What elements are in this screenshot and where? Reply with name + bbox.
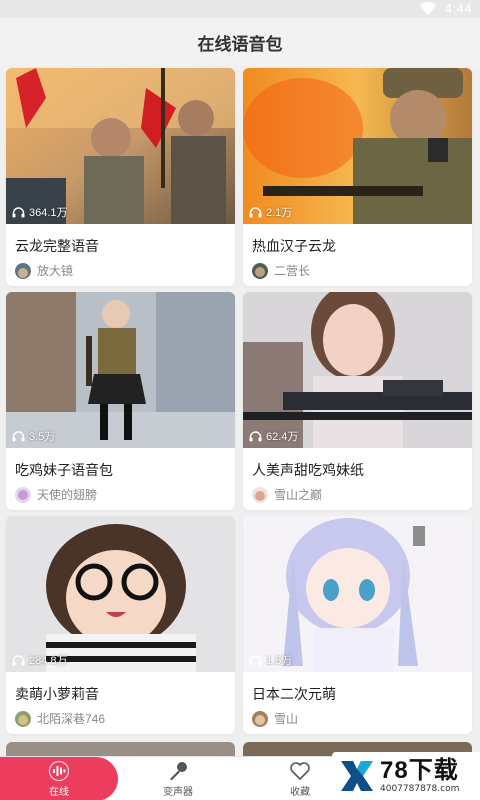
author: 放大镜 bbox=[15, 262, 73, 279]
voice-pack-card[interactable]: 1.5万 日本二次元萌 雪山 bbox=[243, 516, 472, 734]
waveform-icon bbox=[48, 760, 70, 781]
play-count-text: 2.1万 bbox=[266, 207, 293, 219]
author: 天使的翅膀 bbox=[15, 486, 97, 503]
avatar bbox=[252, 262, 268, 279]
headphones-icon bbox=[12, 206, 25, 217]
author-name: 雪山 bbox=[274, 712, 299, 726]
tab-label: 在线 bbox=[49, 786, 69, 798]
card-title: 人美声甜吃鸡妹纸 bbox=[252, 462, 364, 478]
author-name: 天使的翅膀 bbox=[37, 488, 98, 502]
play-count: 284.8万 bbox=[12, 652, 68, 668]
play-count: 1.5万 bbox=[249, 652, 292, 668]
title-bar: 在线语音包 bbox=[0, 18, 480, 66]
headphones-icon bbox=[12, 654, 25, 665]
play-count: 2.1万 bbox=[249, 204, 292, 220]
play-count-text: 1.5万 bbox=[266, 655, 293, 667]
tab-favorites[interactable]: 收藏 bbox=[262, 757, 338, 800]
voice-pack-card[interactable]: 62.4万 人美声甜吃鸡妹纸 雪山之巅 bbox=[243, 292, 472, 510]
voice-pack-card[interactable]: 364.1万 云龙完整语音 放大镜 bbox=[6, 68, 235, 286]
avatar bbox=[252, 710, 268, 727]
voice-pack-card[interactable]: 284.8万 卖萌小萝莉音 北陌深巷746 bbox=[6, 516, 235, 734]
card-title: 热血汉子云龙 bbox=[252, 238, 336, 254]
headphones-icon bbox=[249, 206, 262, 217]
voice-pack-grid: 364.1万 云龙完整语音 放大镜 2.1万 热血汉子云龙 二营长 3.5万 吃… bbox=[0, 66, 480, 756]
watermark-logo bbox=[341, 761, 373, 791]
play-count-text: 364.1万 bbox=[29, 207, 68, 219]
play-count: 3.5万 bbox=[12, 428, 55, 444]
author-name: 二营长 bbox=[274, 264, 311, 278]
heart-icon bbox=[290, 761, 310, 780]
avatar bbox=[15, 486, 31, 503]
card-title: 卖萌小萝莉音 bbox=[15, 686, 99, 702]
headphones-icon bbox=[249, 430, 262, 441]
headphones-icon bbox=[249, 654, 262, 665]
author: 雪山 bbox=[252, 710, 298, 727]
cover-image: 2.1万 bbox=[243, 68, 472, 224]
voice-pack-card[interactable]: 3.5万 吃鸡妹子语音包 天使的翅膀 bbox=[6, 292, 235, 510]
cover-image: 364.1万 bbox=[6, 68, 235, 224]
author: 雪山之巅 bbox=[252, 486, 322, 503]
cover-image: 62.4万 bbox=[243, 292, 472, 448]
play-count: 364.1万 bbox=[12, 204, 68, 220]
cover-image: 284.8万 bbox=[6, 516, 235, 672]
author-name: 放大镜 bbox=[37, 264, 74, 278]
author-name: 北陌深巷746 bbox=[37, 712, 106, 726]
avatar bbox=[252, 486, 268, 503]
microphone-icon bbox=[170, 761, 187, 780]
card-title: 云龙完整语音 bbox=[15, 238, 99, 254]
cover-image: 3.5万 bbox=[6, 292, 235, 448]
cover-image: 1.5万 bbox=[243, 516, 472, 672]
wifi-icon bbox=[419, 1, 437, 15]
watermark-brand: 78下载 bbox=[380, 757, 459, 784]
status-time: 4:44 bbox=[444, 1, 472, 16]
author: 北陌深巷746 bbox=[15, 710, 105, 727]
play-count: 62.4万 bbox=[249, 428, 298, 444]
author: 二营长 bbox=[252, 262, 310, 279]
play-count-text: 284.8万 bbox=[29, 655, 68, 667]
headphones-icon bbox=[12, 430, 25, 441]
card-title: 日本二次元萌 bbox=[252, 686, 336, 702]
avatar bbox=[15, 262, 31, 279]
tab-label: 收藏 bbox=[290, 786, 310, 798]
voice-pack-card[interactable]: 2.1万 热血汉子云龙 二营长 bbox=[243, 68, 472, 286]
status-bar: 4:44 bbox=[0, 0, 480, 18]
watermark-url: 4007787878.com bbox=[380, 784, 460, 794]
tab-voice-changer[interactable]: 变声器 bbox=[138, 757, 218, 800]
card-title: 吃鸡妹子语音包 bbox=[15, 462, 113, 478]
page-title: 在线语音包 bbox=[197, 34, 283, 54]
voice-pack-card-partial[interactable] bbox=[6, 742, 235, 756]
play-count-text: 62.4万 bbox=[266, 431, 299, 443]
watermark: 78下载 4007787878.com bbox=[332, 752, 480, 800]
author-name: 雪山之巅 bbox=[274, 488, 323, 502]
avatar bbox=[15, 710, 31, 727]
tab-online[interactable]: 在线 bbox=[0, 757, 118, 800]
tab-label: 变声器 bbox=[163, 786, 193, 798]
play-count-text: 3.5万 bbox=[29, 431, 56, 443]
